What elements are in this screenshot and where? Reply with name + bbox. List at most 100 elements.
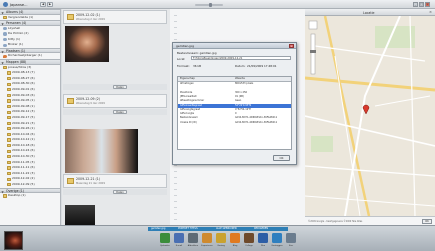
email-icon[interactable] (174, 233, 184, 243)
sidebar-item-label: Broker (1) (8, 42, 23, 47)
app-logo-icon (3, 2, 8, 7)
maximize-button[interactable]: □ (419, 1, 424, 7)
folder-date: Woensdag 2 dec 2009 (76, 17, 105, 21)
pin-icon (3, 54, 7, 58)
location-map[interactable] (305, 16, 435, 216)
sidebar-item-label: picasa/fotos (3) (8, 64, 32, 69)
location-field[interactable]: F:\foto\afbeeldingen\2009-2009-12-21 (191, 56, 291, 60)
photo-thumbnail[interactable] (65, 26, 109, 62)
photo-thumbnail[interactable] (65, 205, 95, 225)
sidebar-item[interactable]: Desktop (1) (0, 193, 60, 199)
film-icon[interactable] (258, 233, 268, 243)
folder-icon (7, 138, 11, 142)
tray-tab[interactable]: gemiten.jpg (151, 227, 165, 231)
folder-header[interactable]: 2009-12-09 (2) Woensdag 9 dec 2009 (63, 94, 167, 108)
folder-icon (7, 166, 11, 170)
table-header: Eigenschap Waarde (178, 77, 291, 82)
sidebar-item-label: 2009-10-04 (6) (12, 131, 35, 136)
sidebar-item-label: Richardswijkbarger (1) (8, 53, 42, 58)
selected-photo-thumbnail[interactable] (4, 231, 23, 250)
export-icon[interactable] (202, 233, 212, 243)
back-button[interactable]: ◀ (40, 2, 46, 7)
app-title: Japanse... (10, 2, 28, 7)
folder-icon (7, 183, 11, 187)
folder-icon (7, 132, 11, 137)
table-row[interactable]: Unieke ID (ID) 4A34-8D71-4D68-B3A1-36FA48… (178, 120, 291, 125)
sidebar-item-label: 2009-10-24 (6) (12, 148, 35, 153)
sidebar-item-label: 2009-09-26 (1) (12, 126, 35, 131)
folder-icon (7, 99, 11, 103)
folder-icon (3, 65, 7, 69)
collage-icon[interactable] (244, 233, 254, 243)
folder-date: Maandag 21 dec 2009 (76, 181, 105, 185)
sidebar-item-label: 2009-09-01 (6) (12, 86, 35, 91)
sidebar-item-label: 2009-12-02 (2) (12, 176, 35, 181)
tray-tab[interactable]: REDIGEREN (254, 227, 268, 231)
sidebar-item-label: Desktop (1) (8, 193, 26, 198)
column-header-value[interactable]: Waarde (235, 77, 245, 81)
blog-icon[interactable] (230, 233, 240, 243)
sidebar-item-label: 2009-09-03 (6) (12, 92, 35, 97)
sidebar-item-label: 2009-09-08 (1) (12, 103, 35, 108)
folder-actions: Delen (63, 109, 167, 115)
sidebar-item-label: 2009-09-17 (5) (12, 114, 35, 119)
sidebar-item-label: 2009-12-09 (5) (12, 182, 35, 187)
share-button[interactable]: Delen (113, 85, 127, 89)
folder-icon (67, 14, 74, 20)
map-title: Locatie (363, 10, 375, 15)
print-icon[interactable] (188, 233, 198, 243)
tray-tab[interactable]: ALLE GEBRUIKEN (216, 227, 237, 231)
format-label: Formaat: (177, 64, 190, 68)
tray-tab[interactable]: PORTRET TITELS (178, 227, 198, 231)
action-label: Ster (288, 244, 294, 247)
dialog-close-button[interactable]: × (289, 43, 294, 48)
sidebar-item-label: 2009-10-12 (1) (12, 137, 35, 142)
folder-icon (7, 155, 11, 159)
share-button[interactable]: Delen (113, 190, 127, 194)
sidebar-item-label: Vergrendelde (1) (8, 14, 34, 19)
folder-icon (7, 71, 11, 75)
minimize-button[interactable]: _ (413, 1, 418, 7)
folder-name: 2009-12-02 (1) (76, 13, 101, 17)
sidebar-section-title: Personen (4) (6, 21, 27, 26)
star-icon[interactable] (286, 233, 296, 243)
earth-icon[interactable] (272, 233, 282, 243)
sidebar-item-label: Kitty (1) (8, 36, 21, 41)
map-header: Locatie × (305, 9, 435, 16)
upload-icon[interactable] (160, 233, 170, 243)
person-icon (3, 43, 7, 47)
folder-icon (67, 178, 74, 184)
date-label: Datum: (235, 64, 246, 68)
map-ok-button[interactable]: OK (422, 218, 432, 224)
sidebar-item-label: 2009-09-12 (3) (12, 109, 35, 114)
sidebar-item-label: Lilyshell (8, 25, 21, 30)
date-value: 21/09/2009 17:48:01 (247, 64, 277, 68)
folder-header[interactable]: 2009-12-02 (1) Woensdag 2 dec 2009 (63, 10, 167, 24)
properties-table[interactable]: Eigenschap Waarde Afmetingen 800x533 pixe… (177, 76, 292, 150)
folder-date: Woensdag 9 dec 2009 (76, 101, 105, 105)
sidebar-item-label: De Potrizo (2) (8, 31, 29, 36)
folder-icon (7, 127, 11, 131)
photo-thumbnail[interactable] (65, 129, 138, 173)
folder-header[interactable]: 2009-12-21 (1) Maandag 21 dec 2009 (63, 174, 167, 188)
column-header-property[interactable]: Eigenschap (180, 77, 195, 81)
close-window-button[interactable]: × (425, 1, 430, 7)
property-value: 4A34-8D71-4D68-B3A1-36FA48211 (235, 120, 278, 124)
zoom-slider-knob[interactable] (209, 2, 212, 7)
share-button[interactable]: Delen (113, 110, 127, 114)
forward-button[interactable]: ▶ (47, 2, 53, 7)
zoom-slider[interactable] (195, 2, 223, 7)
folder-icon (7, 76, 11, 81)
sidebar-section-title: Overige (1) (6, 188, 25, 193)
dialog-ok-button[interactable]: OK (273, 155, 290, 161)
folder-icon (3, 15, 7, 19)
folder-icon (7, 88, 11, 92)
sidebar-item-label: 2009-11-05 (3) (12, 159, 35, 164)
map-canvas[interactable] (305, 16, 435, 216)
geotag-icon[interactable] (216, 233, 226, 243)
close-icon[interactable]: × (429, 10, 432, 14)
folder-icon (7, 121, 11, 125)
folder-name: 2009-12-21 (1) (76, 177, 101, 181)
sidebar-item-label: 2009-11-11 (6) (12, 165, 35, 170)
format-value: 36 kB (193, 64, 201, 68)
